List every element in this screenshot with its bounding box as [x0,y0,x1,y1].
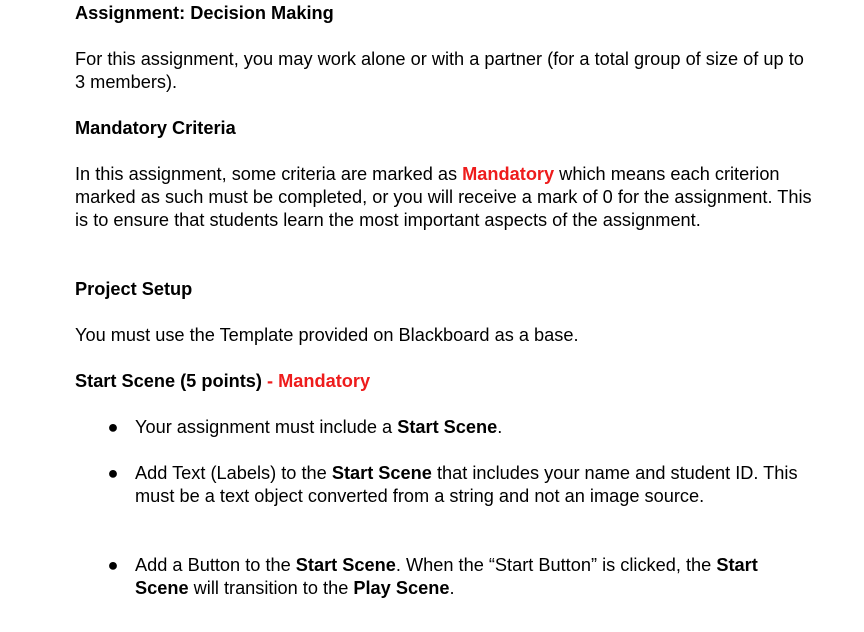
list-item-text: Add Text (Labels) to the [135,463,332,483]
start-scene-mandatory-tag: Mandatory [278,371,371,391]
list-item-text: . [497,417,503,437]
list-item-text: Add a Button to the [135,555,296,575]
bullet-icon: ● [107,555,119,575]
mandatory-para-text-before: In this assignment, some criteria are ma… [75,164,463,184]
start-scene-heading: Start Scene (5 points) - Mandatory [75,370,815,393]
assignment-title: Assignment: Decision Making [75,3,334,23]
list-item-bold-text: Start Scene [295,555,396,575]
project-setup-paragraph: You must use the Template provided on Bl… [75,325,579,345]
list-item: ● Add a Button to the Start Scene. When … [108,554,815,600]
list-item-bold-text: Start Scene [397,417,498,437]
start-scene-heading-label: Start Scene (5 points) [75,371,262,391]
mandatory-criteria-paragraph: In this assignment, some criteria are ma… [75,163,815,232]
bullet-icon: ● [107,417,119,437]
mandatory-keyword: Mandatory [462,164,555,184]
bullet-icon: ● [107,463,119,483]
list-item-text: . [449,578,455,598]
list-item-text: . When the “Start Button” is clicked, th… [395,555,717,575]
intro-paragraph: For this assignment, you may work alone … [75,49,804,92]
list-item-text: will transition to the [188,578,354,598]
list-item-bold-text: Start Scene [331,463,432,483]
list-item: ● Add Text (Labels) to the Start Scene t… [108,462,815,508]
list-item: ● Your assignment must include a Start S… [108,416,815,439]
list-item-text: Your assignment must include a [135,417,398,437]
mandatory-criteria-heading: Mandatory Criteria [75,118,236,138]
start-scene-heading-separator: - [261,371,279,391]
project-setup-heading: Project Setup [75,279,193,299]
list-item-bold-text: Play Scene [353,578,450,598]
